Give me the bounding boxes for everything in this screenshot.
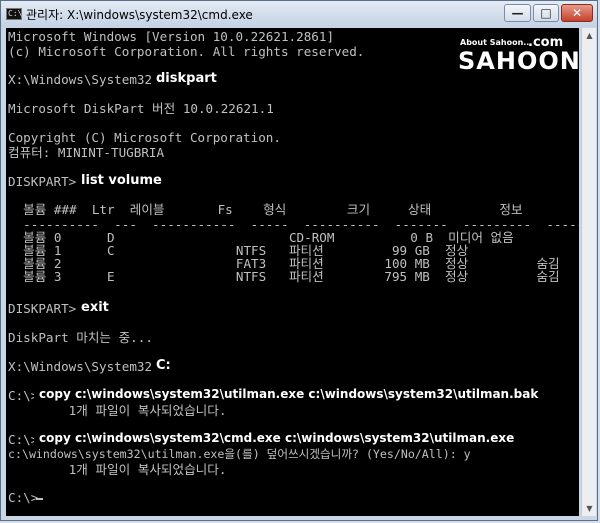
console-line: Copyright (C) Microsoft Corporation. <box>8 130 281 145</box>
scroll-up-icon[interactable]: ▲ <box>583 28 596 43</box>
command-drive-c: C: <box>156 358 171 373</box>
command-copy-backup: copy c:\windows\system32\utilman.exe c:\… <box>39 387 539 401</box>
watermark-brand: SAHOON <box>458 47 579 75</box>
console-prompt: C:\> <box>8 490 39 505</box>
console-line: c:\windows\system32\utilman.exe을(를) 덮어쓰시… <box>8 447 471 461</box>
console-line: DiskPart 마치는 중... <box>8 330 153 345</box>
console-line: 1개 파일이 복사되었습니다. <box>8 462 227 477</box>
console-line: DISKPART> <box>8 174 77 189</box>
console-line: (c) Microsoft Corporation. All rights re… <box>8 44 365 59</box>
sahoon-watermark: About Sahoon... .com SAHOON <box>458 35 579 98</box>
maximize-button[interactable]: □ <box>533 4 559 22</box>
console-line: X:\Windows\System32> <box>8 72 160 87</box>
console-output[interactable]: Microsoft Windows [Version 10.0.22621.28… <box>6 28 579 516</box>
console-line: Microsoft DiskPart 버전 10.0.22621.1 <box>8 101 274 116</box>
volume-table-header: 볼륨 ### Ltr 레이블 Fs 형식 크기 상태 정보 <box>8 202 523 217</box>
watermark-about: About Sahoon... <box>460 38 533 47</box>
scroll-down-icon[interactable]: ▼ <box>583 501 596 516</box>
text-cursor <box>36 498 43 500</box>
console-line: 컴퓨터: MININT-TUGBRIA <box>8 145 165 160</box>
volume-table-row: 볼륨 3 E NTFS 파티션 795 MB 정상 숨김 <box>8 269 560 284</box>
console-line: Microsoft Windows [Version 10.0.22621.28… <box>8 29 335 44</box>
minimize-button[interactable]: — <box>504 4 531 22</box>
title-bar[interactable]: C:\ 관리자: X:\windows\system32\cmd.exe — □… <box>1 1 597 27</box>
command-diskpart: diskpart <box>156 71 217 86</box>
close-button[interactable]: ✕ <box>561 4 593 22</box>
window-title: 관리자: X:\windows\system32\cmd.exe <box>26 8 253 22</box>
vertical-scrollbar[interactable]: ▲ ▼ <box>581 28 596 516</box>
console-line: 1개 파일이 복사되었습니다. <box>8 403 227 418</box>
command-copy-cmd: copy c:\windows\system32\cmd.exe c:\wind… <box>39 431 515 445</box>
command-list-volume: list volume <box>81 173 162 188</box>
console-line: X:\Windows\System32> <box>8 359 160 374</box>
command-exit: exit <box>81 300 109 315</box>
console-line: DISKPART> <box>8 301 77 316</box>
cmd-app-icon[interactable]: C:\ <box>6 8 22 20</box>
cmd-window: C:\ 관리자: X:\windows\system32\cmd.exe — □… <box>0 0 598 521</box>
